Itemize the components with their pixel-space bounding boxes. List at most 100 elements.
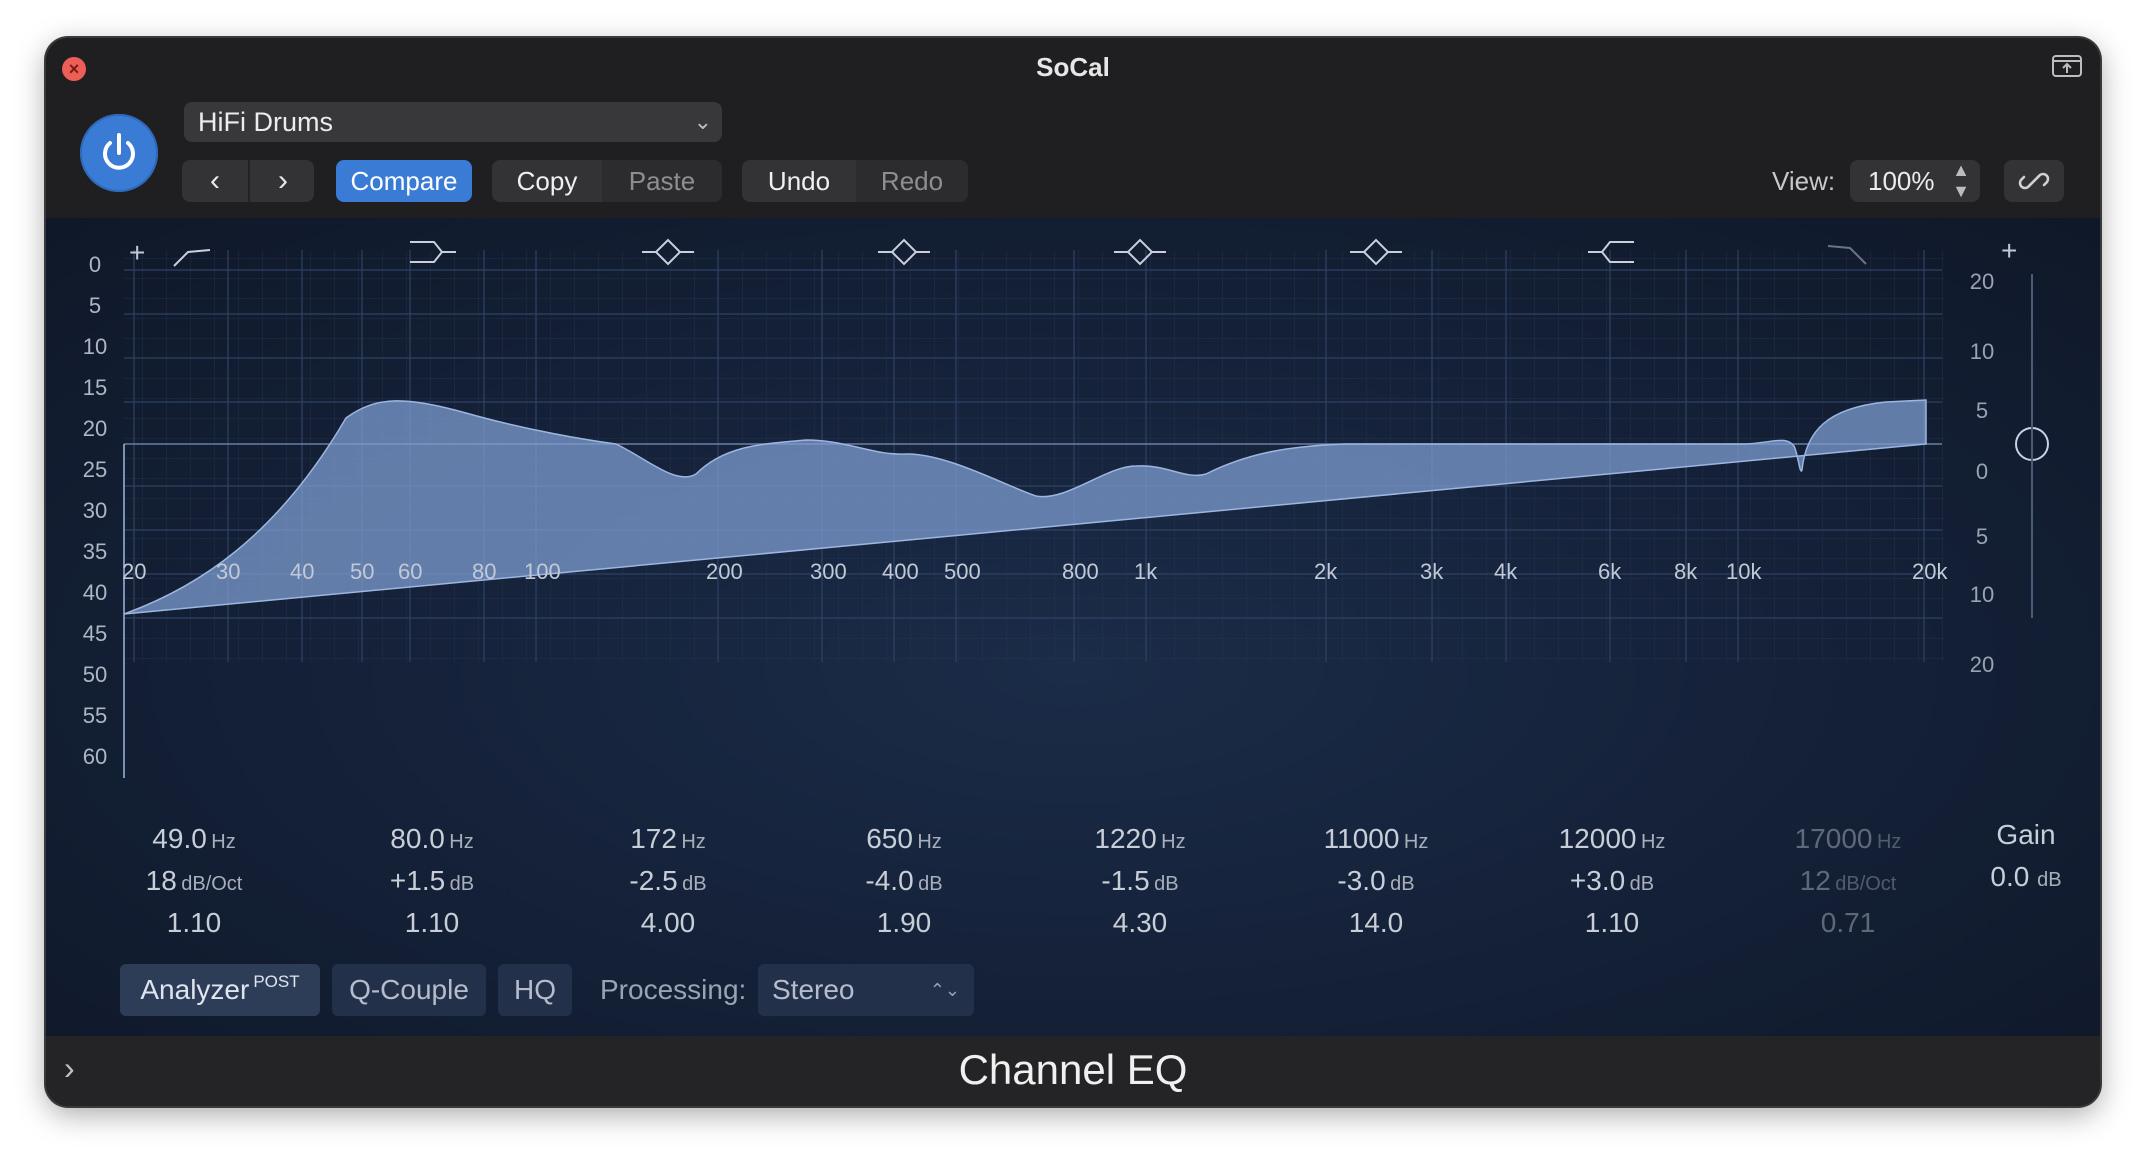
scale-label-left: 15 <box>82 375 108 400</box>
band-frequency[interactable]: 17000 Hz <box>1748 818 1948 860</box>
band-frequency-value: 11000 <box>1323 823 1400 854</box>
scale-label-left: 20 <box>82 416 108 441</box>
preset-selector[interactable]: HiFi Drums ⌄ <box>184 102 722 142</box>
frequency-label: 4k <box>1494 559 1518 584</box>
band-q[interactable]: 4.30 <box>1040 902 1240 944</box>
band-gain-or-slope[interactable]: +1.5 dB <box>332 860 532 902</box>
chevron-left-icon: ‹ <box>210 164 220 197</box>
processing-select[interactable]: Stereo ⌃⌄ <box>758 964 974 1016</box>
band-gain-or-slope[interactable]: +3.0 dB <box>1512 860 1712 902</box>
band-frequency[interactable]: 172 Hz <box>568 818 768 860</box>
band-1-params: 49.0 Hz 18 dB/Oct 1.10 <box>94 818 294 944</box>
band-gain-or-slope[interactable]: 12 dB/Oct <box>1748 860 1948 902</box>
band-frequency[interactable]: 49.0 Hz <box>94 818 294 860</box>
chevron-right-icon: › <box>278 164 288 197</box>
scale-label-right: 20 <box>1969 269 1995 294</box>
scale-label-right: 0 <box>1975 459 1989 484</box>
band-gain-unit: dB <box>1154 873 1179 895</box>
eq-display[interactable]: + + 0 5 10 15 20 25 30 35 40 45 50 55 60 20 10 5 0 5 10 20… <box>46 218 2100 1036</box>
band-gain-unit: dB <box>1390 873 1415 895</box>
q-couple-button[interactable]: Q-Couple <box>332 964 486 1016</box>
paste-button[interactable]: Paste <box>602 160 722 202</box>
band-frequency-unit: Hz <box>917 831 942 853</box>
copy-button[interactable]: Copy <box>492 160 602 202</box>
frequency-label: 3k <box>1420 559 1444 584</box>
band-q[interactable]: 0.71 <box>1748 902 1948 944</box>
power-icon <box>103 133 135 170</box>
band-q-value: 4.30 <box>1112 907 1168 938</box>
band-frequency-unit: Hz <box>211 831 236 853</box>
frequency-label: 200 <box>706 559 743 584</box>
preset-name: HiFi Drums <box>198 107 333 137</box>
band-q-value: 0.71 <box>1820 907 1876 938</box>
gain-unit: dB <box>2037 869 2062 891</box>
processing-value: Stereo <box>772 974 855 1005</box>
band-gain-value: +1.5 <box>389 865 446 896</box>
view-zoom-select[interactable]: 100% ▲ ▼ <box>1850 160 1980 202</box>
frequency-label: 20k <box>1912 559 1948 584</box>
band-frequency[interactable]: 1220 Hz <box>1040 818 1240 860</box>
band-q[interactable]: 1.10 <box>1512 902 1712 944</box>
band-frequency[interactable]: 80.0 Hz <box>332 818 532 860</box>
frequency-label: 500 <box>944 559 981 584</box>
frequency-label: 400 <box>882 559 919 584</box>
master-gain[interactable]: Gain 0.0 dB <box>1966 814 2086 898</box>
frequency-label: 20 <box>122 559 147 584</box>
band-q-value: 1.10 <box>1584 907 1640 938</box>
power-button[interactable] <box>80 114 158 192</box>
frequency-label: 300 <box>810 559 847 584</box>
scale-label-right: 5 <box>1975 524 1989 549</box>
zoom-in-icon[interactable]: + <box>129 237 145 268</box>
band-frequency[interactable]: 11000 Hz <box>1276 818 1476 860</box>
undo-button[interactable]: Undo <box>742 160 856 202</box>
redo-button[interactable]: Redo <box>856 160 968 202</box>
band-frequency-value: 17000 <box>1794 823 1873 854</box>
band-q[interactable]: 1.10 <box>332 902 532 944</box>
band-q[interactable]: 1.90 <box>804 902 1004 944</box>
scale-label-left: 35 <box>82 539 108 564</box>
band-q-value: 1.10 <box>404 907 460 938</box>
scale-label-left: 10 <box>82 334 108 359</box>
band-gain-or-slope[interactable]: -1.5 dB <box>1040 860 1240 902</box>
gain-label: Gain <box>1996 819 2056 850</box>
frequency-label: 10k <box>1726 559 1762 584</box>
frequency-label: 50 <box>350 559 375 584</box>
band-gain-value: 18 <box>145 865 177 896</box>
link-button[interactable] <box>2004 160 2064 202</box>
band-gain-or-slope[interactable]: 18 dB/Oct <box>94 860 294 902</box>
stepper-icon: ⌃⌄ <box>929 980 960 1000</box>
view-label: View: <box>1772 166 1836 196</box>
band-frequency[interactable]: 650 Hz <box>804 818 1004 860</box>
band-gain-value: -1.5 <box>1101 865 1150 896</box>
band-gain-or-slope[interactable]: -4.0 dB <box>804 860 1004 902</box>
compare-button[interactable]: Compare <box>336 160 472 202</box>
band-gain-or-slope[interactable]: -2.5 dB <box>568 860 768 902</box>
plugin-window: × SoCal HiFi Drums ⌄ ‹ › Compare Copy Pa… <box>46 38 2100 1106</box>
scale-label-left: 60 <box>82 744 108 769</box>
band-frequency-unit: Hz <box>1161 831 1186 853</box>
band-q-value: 4.00 <box>640 907 696 938</box>
band-q[interactable]: 4.00 <box>568 902 768 944</box>
band-gain-or-slope[interactable]: -3.0 dB <box>1276 860 1476 902</box>
frequency-label: 30 <box>216 559 241 584</box>
analyzer-button[interactable]: Analyzer POST <box>120 964 320 1016</box>
next-preset-button[interactable]: › <box>250 160 314 202</box>
band-gain-value: +3.0 <box>1569 865 1626 896</box>
scale-label-left: 30 <box>82 498 108 523</box>
band-gain-value: -2.5 <box>629 865 678 896</box>
band-frequency[interactable]: 12000 Hz <box>1512 818 1712 860</box>
scale-label-left: 25 <box>82 457 108 482</box>
frequency-label: 80 <box>472 559 497 584</box>
analyzer-mode[interactable]: POST <box>253 972 299 991</box>
scale-label-left: 5 <box>88 293 102 318</box>
band-q[interactable]: 1.10 <box>94 902 294 944</box>
band-q-value: 1.90 <box>876 907 932 938</box>
popout-icon[interactable] <box>2052 54 2082 78</box>
band-7-params: 12000 Hz +3.0 dB 1.10 <box>1512 818 1712 944</box>
band-q[interactable]: 14.0 <box>1276 902 1476 944</box>
scale-label-left: 50 <box>82 662 108 687</box>
previous-preset-button[interactable]: ‹ <box>182 160 248 202</box>
zoom-in-icon[interactable]: + <box>2001 235 2017 266</box>
band-frequency-value: 172 <box>630 823 677 854</box>
hq-button[interactable]: HQ <box>498 964 572 1016</box>
